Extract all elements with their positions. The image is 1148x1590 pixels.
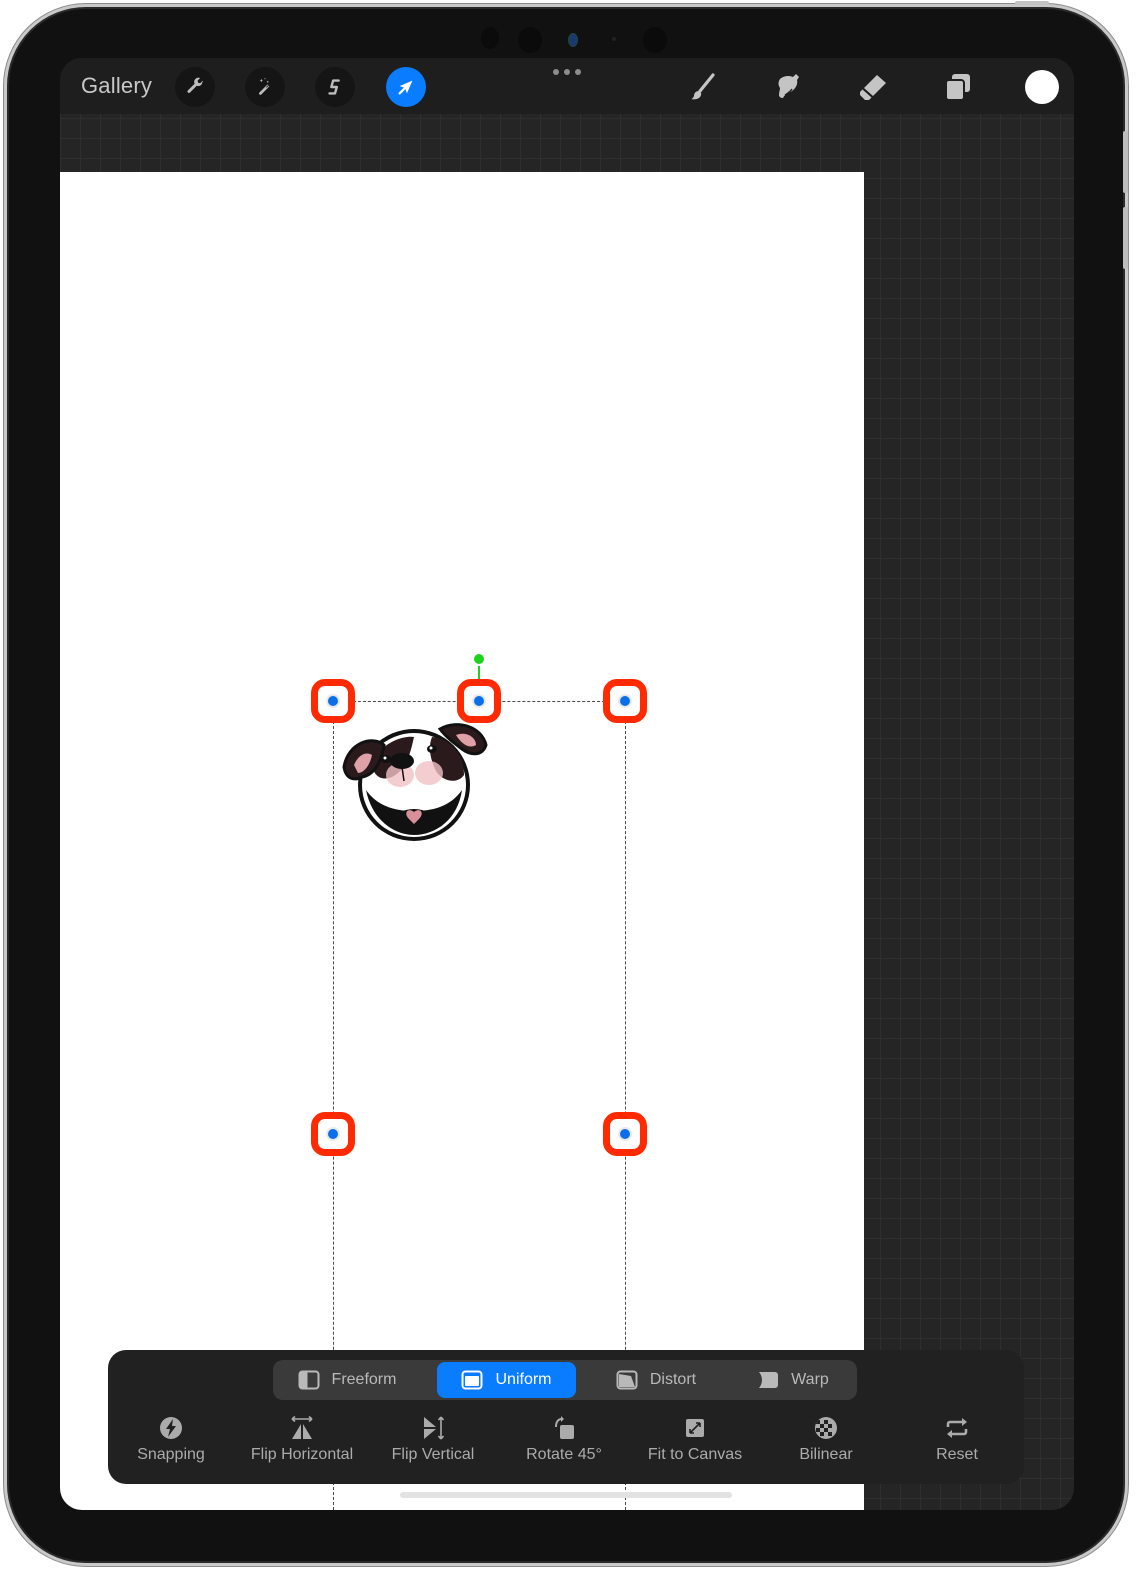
- resize-handle-middle-right[interactable]: [603, 1112, 647, 1156]
- front-camera: [568, 33, 578, 47]
- transform-button[interactable]: [386, 67, 426, 107]
- flip-vertical-button[interactable]: Flip Vertical: [368, 1414, 498, 1464]
- top-button: [1015, 1, 1049, 5]
- lightning-icon: [160, 1417, 182, 1439]
- adjustments-button[interactable]: [245, 67, 285, 107]
- top-toolbar: Gallery: [60, 58, 1074, 114]
- eraser-tool-button[interactable]: [856, 70, 890, 104]
- smudge-tool-button[interactable]: [771, 70, 805, 104]
- gallery-button[interactable]: Gallery: [81, 73, 152, 99]
- resize-handle-top-left[interactable]: [311, 679, 355, 723]
- sensor: [643, 27, 667, 53]
- rotate-45-button[interactable]: Rotate 45°: [499, 1414, 629, 1464]
- sensor: [481, 27, 499, 49]
- volume-up-button: [1123, 131, 1128, 193]
- checker-ball-icon: [815, 1417, 837, 1439]
- actions-button[interactable]: [175, 67, 215, 107]
- fit-to-canvas-icon: [686, 1419, 704, 1437]
- reset-button[interactable]: Reset: [892, 1414, 1022, 1464]
- wrench-icon: [187, 77, 203, 93]
- layers-button[interactable]: [941, 70, 975, 104]
- mode-uniform[interactable]: Uniform: [437, 1362, 576, 1398]
- color-picker-swatch[interactable]: [1025, 70, 1059, 104]
- layers-icon: [945, 74, 970, 101]
- warp-mode-icon: [759, 1372, 779, 1388]
- flip-horizontal-button[interactable]: Flip Horizontal: [237, 1414, 367, 1464]
- magic-wand-icon: [259, 77, 270, 95]
- selection-button[interactable]: [315, 67, 355, 107]
- bilinear-interpolation-button[interactable]: Bilinear: [761, 1414, 891, 1464]
- brush-icon: [691, 73, 715, 100]
- freeform-mode-icon: [298, 1370, 320, 1390]
- more-options-ellipsis-icon[interactable]: [553, 69, 581, 75]
- volume-down-button: [1123, 207, 1128, 269]
- app-screen: Gallery Freeform Uniform Distort Warp Sn…: [60, 58, 1074, 1510]
- rotate-icon: [555, 1416, 574, 1439]
- uniform-mode-icon: [461, 1370, 483, 1390]
- selection-s-icon: [328, 79, 340, 95]
- rotation-handle[interactable]: [474, 654, 484, 664]
- smudge-finger-icon: [778, 74, 799, 98]
- transform-mode-segmented-control: Freeform Uniform Distort Warp: [273, 1360, 857, 1400]
- mode-warp[interactable]: Warp: [733, 1362, 853, 1398]
- mode-freeform[interactable]: Freeform: [277, 1362, 417, 1398]
- distort-mode-icon: [616, 1370, 638, 1390]
- mode-distort[interactable]: Distort: [587, 1362, 725, 1398]
- resize-handle-top-center[interactable]: [457, 679, 501, 723]
- snapping-button[interactable]: Snapping: [106, 1414, 236, 1464]
- reset-arrows-icon: [946, 1418, 968, 1438]
- flip-vertical-icon: [424, 1416, 445, 1440]
- brush-tool-button[interactable]: [686, 70, 720, 104]
- home-indicator[interactable]: [400, 1492, 732, 1498]
- fit-to-canvas-button[interactable]: Fit to Canvas: [630, 1414, 760, 1464]
- arrow-cursor-icon: [398, 80, 413, 95]
- resize-handle-top-right[interactable]: [603, 679, 647, 723]
- resize-handle-middle-left[interactable]: [311, 1112, 355, 1156]
- dog-head-sticker[interactable]: [332, 715, 492, 845]
- drawing-canvas[interactable]: [60, 172, 864, 1510]
- transform-panel: Freeform Uniform Distort Warp Snapping F…: [108, 1350, 1024, 1484]
- flip-horizontal-icon: [291, 1415, 313, 1439]
- sensor: [612, 37, 616, 41]
- sensor: [518, 27, 542, 53]
- eraser-icon: [860, 75, 886, 100]
